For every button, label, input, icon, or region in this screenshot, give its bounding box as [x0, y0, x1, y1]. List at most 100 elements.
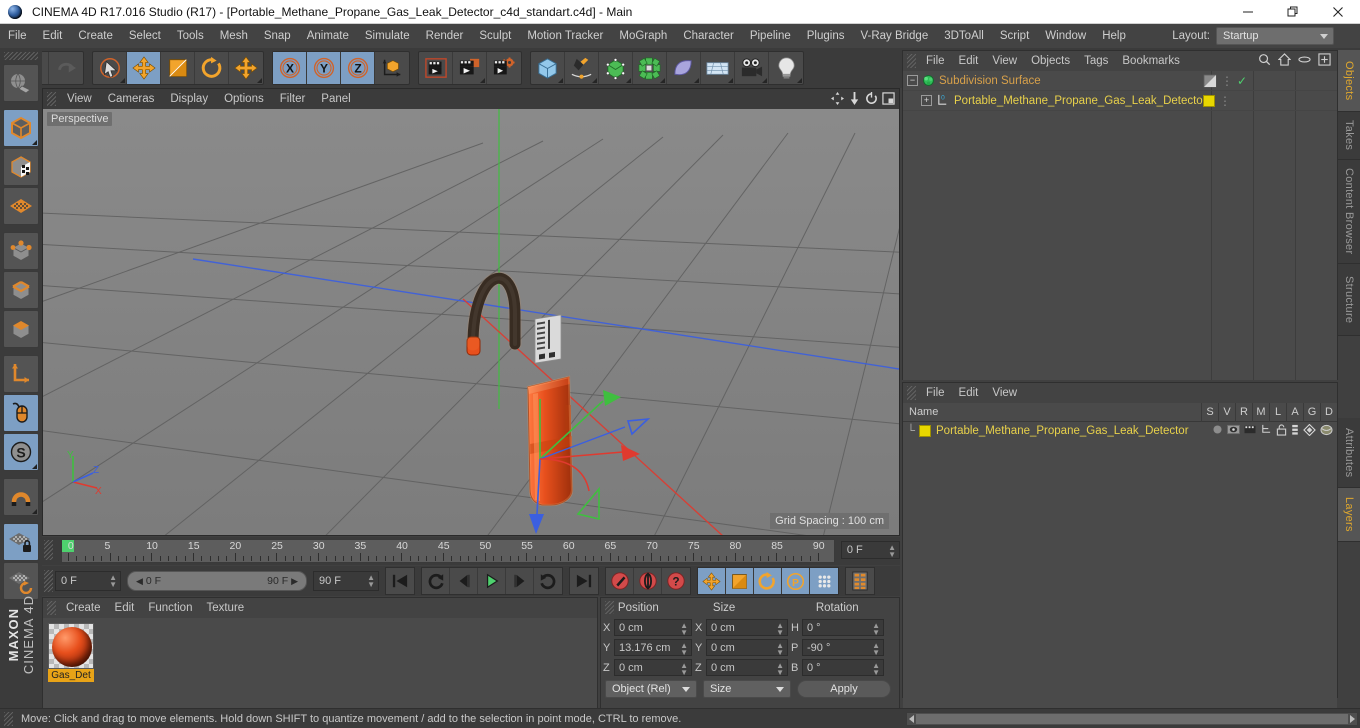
step-forward-button[interactable]: [506, 568, 534, 594]
stepper-icon[interactable]: ▲ ▼: [680, 622, 688, 637]
position-y-field[interactable]: 13.176 cm ▲ ▼: [614, 639, 692, 657]
go-to-end-button[interactable]: [570, 568, 598, 594]
tab-content-browser[interactable]: Content Browser: [1338, 160, 1360, 264]
material-item[interactable]: Gas_Det: [48, 623, 94, 682]
menu-render[interactable]: Render: [418, 24, 472, 48]
camera-button[interactable]: [735, 52, 769, 84]
lock-y-axis-button[interactable]: Y: [307, 52, 341, 84]
scroll-right-icon[interactable]: [1350, 715, 1355, 723]
point-level-animation-button[interactable]: [810, 568, 838, 594]
stepper-icon[interactable]: ▲ ▼: [776, 642, 784, 657]
record-position-button[interactable]: [698, 568, 726, 594]
points-mode-button[interactable]: [3, 232, 39, 270]
step-back-button[interactable]: [450, 568, 478, 594]
objmgr-menu-bookmarks[interactable]: Bookmarks: [1115, 51, 1187, 71]
rotation-p-field[interactable]: -90 ° ▲ ▼: [802, 639, 884, 657]
layers-list[interactable]: └ Portable_Methane_Propane_Gas_Leak_Dete…: [903, 422, 1337, 717]
column-header-d[interactable]: D: [1320, 402, 1337, 422]
object-row-gas-leak-detector[interactable]: + 0 Portable_Methane_Propane_Gas_Leak_De…: [903, 91, 1337, 111]
animation-start-field[interactable]: 0 F ▲ ▼: [55, 571, 121, 591]
column-header-m[interactable]: M: [1252, 402, 1269, 422]
cube-primitive-button[interactable]: [531, 52, 565, 84]
position-x-field[interactable]: 0 cm ▲ ▼: [614, 619, 692, 637]
layers-menu-file[interactable]: File: [919, 383, 952, 403]
column-header-a[interactable]: A: [1286, 402, 1303, 422]
menu-window[interactable]: Window: [1037, 24, 1094, 48]
visible-toggle-icon[interactable]: [1227, 424, 1240, 438]
menu-help[interactable]: Help: [1094, 24, 1134, 48]
lock-z-axis-button[interactable]: Z: [341, 52, 375, 84]
viewport-canvas[interactable]: Perspective Grid Spacing : 100 cm Y X Z: [43, 109, 899, 535]
deformer-toggle-icon[interactable]: [1320, 424, 1333, 439]
menu-mograph[interactable]: MoGraph: [611, 24, 675, 48]
timeline-current-frame-field[interactable]: 0 F ▲ ▼: [840, 541, 900, 559]
stepper-icon[interactable]: ▲ ▼: [776, 662, 784, 677]
pan-view-icon[interactable]: [831, 92, 844, 108]
play-button[interactable]: [478, 568, 506, 594]
texture-mode-button[interactable]: [3, 148, 39, 186]
menu-motion-tracker[interactable]: Motion Tracker: [519, 24, 611, 48]
timeline-grip[interactable]: [44, 540, 53, 560]
layout-dropdown[interactable]: Startup: [1216, 27, 1334, 45]
layers-menu-edit[interactable]: Edit: [952, 383, 986, 403]
stepper-icon[interactable]: ▲ ▼: [872, 642, 880, 657]
model-mode-button[interactable]: [3, 109, 39, 147]
layers-manager-grip[interactable]: [907, 386, 916, 400]
rotation-b-field[interactable]: 0 ° ▲ ▼: [802, 659, 884, 677]
size-z-field[interactable]: 0 cm ▲ ▼: [706, 659, 788, 677]
live-selection-tool[interactable]: [93, 52, 127, 84]
maximize-button[interactable]: [1270, 0, 1315, 24]
solo-toggle-icon[interactable]: [1212, 424, 1223, 438]
material-tag-icon[interactable]: [1203, 95, 1215, 107]
menu-3dtoall[interactable]: 3DToAll: [936, 24, 992, 48]
scale-tool[interactable]: [161, 52, 195, 84]
rotation-h-field[interactable]: 0 ° ▲ ▼: [802, 619, 884, 637]
menu-animate[interactable]: Animate: [299, 24, 357, 48]
size-mode-dropdown[interactable]: Size: [703, 680, 791, 698]
menu-vray-bridge[interactable]: V-Ray Bridge: [852, 24, 936, 48]
layer-color-swatch[interactable]: [919, 425, 931, 437]
viewport-menu-display[interactable]: Display: [162, 89, 216, 109]
lock-x-axis-button[interactable]: X: [273, 52, 307, 84]
coordinate-system-dropdown[interactable]: Object (Rel): [605, 680, 697, 698]
stepper-icon[interactable]: ▲ ▼: [872, 662, 880, 677]
menu-edit[interactable]: Edit: [35, 24, 71, 48]
autokeying-button[interactable]: [634, 568, 662, 594]
playbar-grip[interactable]: [44, 570, 53, 592]
menu-simulate[interactable]: Simulate: [357, 24, 418, 48]
ellipse-icon[interactable]: [1298, 53, 1311, 69]
apply-button[interactable]: Apply: [797, 680, 891, 698]
record-parameter-button[interactable]: P: [782, 568, 810, 594]
column-header-v[interactable]: V: [1218, 402, 1235, 422]
record-scale-button[interactable]: [726, 568, 754, 594]
material-list[interactable]: Gas_Det: [43, 618, 597, 709]
viewport-menu-cameras[interactable]: Cameras: [100, 89, 163, 109]
objmgr-menu-tags[interactable]: Tags: [1077, 51, 1115, 71]
search-icon[interactable]: [1258, 53, 1271, 69]
preview-range-slider[interactable]: ◀ 0 F 90 F ▶: [127, 571, 307, 591]
menu-create[interactable]: Create: [70, 24, 121, 48]
matmgr-menu-edit[interactable]: Edit: [108, 598, 142, 618]
animation-end-field[interactable]: 90 F ▲ ▼: [313, 571, 379, 591]
menu-snap[interactable]: Snap: [256, 24, 299, 48]
object-manager-grip[interactable]: [907, 54, 916, 68]
mograph-button[interactable]: [633, 52, 667, 84]
light-button[interactable]: [769, 52, 803, 84]
animation-toggle-icon[interactable]: [1291, 424, 1299, 439]
stepper-icon[interactable]: ▲ ▼: [888, 544, 896, 559]
go-to-start-button[interactable]: [386, 568, 414, 594]
objmgr-menu-file[interactable]: File: [919, 51, 952, 71]
close-button[interactable]: [1315, 0, 1360, 24]
matmgr-menu-create[interactable]: Create: [59, 598, 108, 618]
left-toolbar-grip[interactable]: [4, 52, 38, 60]
menu-pipeline[interactable]: Pipeline: [742, 24, 799, 48]
check-icon[interactable]: ✓: [1237, 74, 1247, 88]
tab-takes[interactable]: Takes: [1338, 112, 1360, 160]
stepper-icon[interactable]: ▲ ▼: [109, 574, 117, 589]
viewport-grip[interactable]: [47, 92, 56, 106]
stepper-icon[interactable]: ▲ ▼: [776, 622, 784, 637]
expand-collapse-icon[interactable]: −: [907, 75, 918, 86]
column-header-r[interactable]: R: [1235, 402, 1252, 422]
world-object-coordinates-button[interactable]: [375, 52, 409, 84]
layers-menu-view[interactable]: View: [985, 383, 1024, 403]
